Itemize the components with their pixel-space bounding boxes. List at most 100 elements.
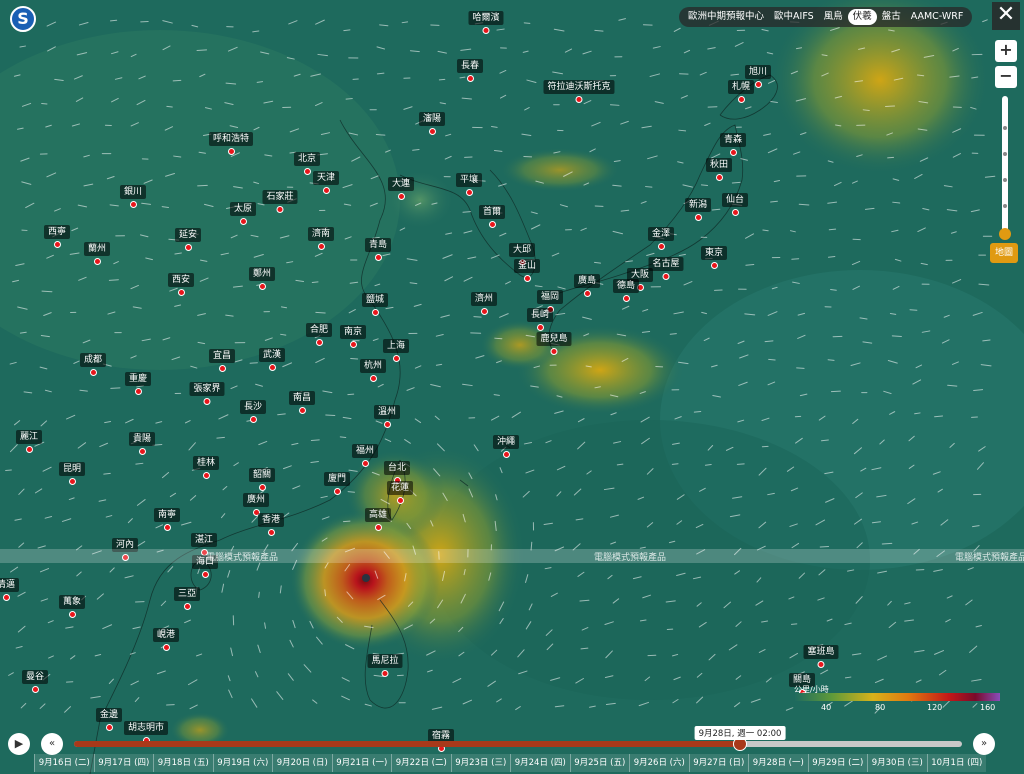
previous-button[interactable]: « [41, 733, 63, 755]
day-label[interactable]: 9月22日 (二) [391, 754, 451, 772]
day-label[interactable]: 9月17日 (四) [93, 754, 154, 772]
weather-map[interactable] [0, 0, 1024, 774]
city-marker[interactable]: 秋田 [705, 152, 733, 181]
city-marker[interactable]: 蘭州 [83, 236, 111, 265]
city-marker[interactable]: 塞班島 [803, 639, 839, 668]
next-button[interactable]: » [973, 733, 995, 755]
play-button[interactable]: ▶ [8, 733, 30, 755]
city-marker[interactable]: 張家界 [189, 376, 225, 405]
city-marker[interactable]: 峴港 [152, 622, 180, 651]
city-marker[interactable]: 高雄 [364, 502, 392, 531]
tab-pangu[interactable]: 盤古 [877, 9, 906, 25]
timeline-track[interactable]: 9月28日, 週一 02:00 [74, 726, 962, 751]
city-marker[interactable]: 馬尼拉 [367, 648, 403, 677]
city-marker[interactable]: 青島 [364, 232, 392, 261]
city-marker[interactable]: 名古屋 [648, 251, 684, 280]
city-marker[interactable]: 香港 [257, 507, 285, 536]
city-marker[interactable]: 札幌 [727, 74, 755, 103]
city-marker[interactable]: 石家莊 [262, 184, 298, 213]
tab-aamc-wrf[interactable]: AAMC-WRF [906, 9, 969, 25]
day-label[interactable]: 9月26日 (六) [629, 754, 689, 772]
city-marker[interactable]: 鹿兒島 [536, 326, 572, 355]
city-marker[interactable]: 符拉迪沃斯托克 [543, 74, 615, 103]
day-label[interactable]: 9月25日 (五) [569, 754, 630, 772]
day-label[interactable]: 9月20日 (日) [272, 754, 332, 772]
city-marker[interactable]: 太原 [229, 196, 257, 225]
city-marker[interactable]: 南寧 [153, 502, 181, 531]
city-marker[interactable]: 萬象 [58, 589, 86, 618]
city-marker[interactable]: 宜昌 [208, 343, 236, 372]
city-marker[interactable]: 延安 [174, 222, 202, 251]
city-marker[interactable]: 成都 [79, 347, 107, 376]
day-label[interactable]: 10月1日 (四) [926, 754, 987, 772]
city-marker[interactable]: 貴陽 [128, 426, 156, 455]
city-marker[interactable]: 花蓮 [386, 475, 414, 504]
day-label[interactable]: 9月23日 (三) [450, 754, 511, 772]
city-marker[interactable]: 西寧 [43, 219, 71, 248]
city-marker[interactable]: 溫州 [373, 399, 401, 428]
city-marker[interactable]: 首爾 [478, 199, 506, 228]
city-marker[interactable]: 清邁 [0, 572, 20, 601]
city-marker[interactable]: 鹽城 [361, 287, 389, 316]
city-marker[interactable]: 三亞 [173, 581, 201, 610]
city-marker[interactable]: 長沙 [239, 394, 267, 423]
day-label[interactable]: 9月16日 (二) [34, 754, 94, 772]
city-marker[interactable]: 瀋陽 [418, 106, 446, 135]
city-marker[interactable]: 濟州 [470, 286, 498, 315]
slider-knob[interactable] [999, 228, 1011, 240]
city-marker[interactable]: 大連 [387, 171, 415, 200]
legend-tick: 120 [927, 703, 943, 712]
city-marker[interactable]: 呼和浩特 [208, 126, 254, 155]
city-marker[interactable]: 杭州 [359, 353, 387, 382]
city-marker[interactable]: 金邊 [95, 702, 123, 731]
tab-fengwu[interactable]: 風烏 [819, 9, 848, 25]
city-marker[interactable]: 武漢 [258, 342, 286, 371]
city-marker[interactable]: 重慶 [124, 366, 152, 395]
city-marker[interactable]: 仙台 [721, 187, 749, 216]
city-marker[interactable]: 長春 [456, 53, 484, 82]
city-marker[interactable]: 金澤 [647, 221, 675, 250]
city-marker[interactable]: 鄭州 [248, 261, 276, 290]
city-marker[interactable]: 哈爾濱 [468, 5, 504, 34]
day-label[interactable]: 9月24日 (四) [510, 754, 570, 772]
city-marker[interactable]: 釜山 [513, 253, 541, 282]
city-marker[interactable]: 濟南 [307, 221, 335, 250]
zoom-in-button[interactable]: + [995, 40, 1017, 62]
city-marker[interactable]: 天津 [312, 165, 340, 194]
tab-ec-aifs[interactable]: 歐中AIFS [769, 9, 819, 25]
city-marker[interactable]: 昆明 [58, 456, 86, 485]
map-layer-button[interactable]: 地圖 [990, 243, 1018, 263]
site-logo[interactable]: S [10, 6, 36, 32]
city-marker[interactable]: 西安 [167, 267, 195, 296]
day-label[interactable]: 9月28日 (一) [748, 754, 808, 772]
day-label[interactable]: 9月27日 (日) [688, 754, 749, 772]
day-label[interactable]: 9月21日 (一) [331, 754, 392, 772]
city-marker[interactable]: 德島 [612, 273, 640, 302]
city-label: 太原 [229, 202, 257, 216]
city-marker[interactable]: 銀川 [119, 179, 147, 208]
city-marker[interactable]: 麗江 [15, 424, 43, 453]
city-marker[interactable]: 新潟 [684, 192, 712, 221]
day-label[interactable]: 9月19日 (六) [212, 754, 273, 772]
city-marker[interactable]: 沖繩 [492, 429, 520, 458]
tab-fuxi[interactable]: 伏羲 [847, 9, 877, 25]
city-marker[interactable]: 南昌 [288, 385, 316, 414]
city-marker[interactable]: 廣島 [573, 268, 601, 297]
wind-particle [166, 105, 173, 108]
city-marker[interactable]: 福州 [351, 438, 379, 467]
day-label[interactable]: 9月30日 (三) [867, 754, 927, 772]
tab-ecmwf[interactable]: 歐洲中期預報中心 [683, 9, 769, 25]
city-marker[interactable]: 南京 [339, 319, 367, 348]
city-marker[interactable]: 平壤 [455, 167, 483, 196]
layer-opacity-slider[interactable] [1002, 96, 1008, 234]
city-marker[interactable]: 東京 [700, 240, 728, 269]
city-marker[interactable]: 上海 [382, 333, 410, 362]
city-marker[interactable]: 合肥 [305, 317, 333, 346]
close-button[interactable]: ✕ [992, 2, 1020, 30]
city-marker[interactable]: 桂林 [192, 450, 220, 479]
city-marker[interactable]: 曼谷 [21, 664, 49, 693]
day-label[interactable]: 9月29日 (二) [807, 754, 868, 772]
zoom-out-button[interactable]: − [995, 66, 1017, 88]
day-label[interactable]: 9月18日 (五) [153, 754, 213, 772]
city-marker[interactable]: 廈門 [323, 466, 351, 495]
